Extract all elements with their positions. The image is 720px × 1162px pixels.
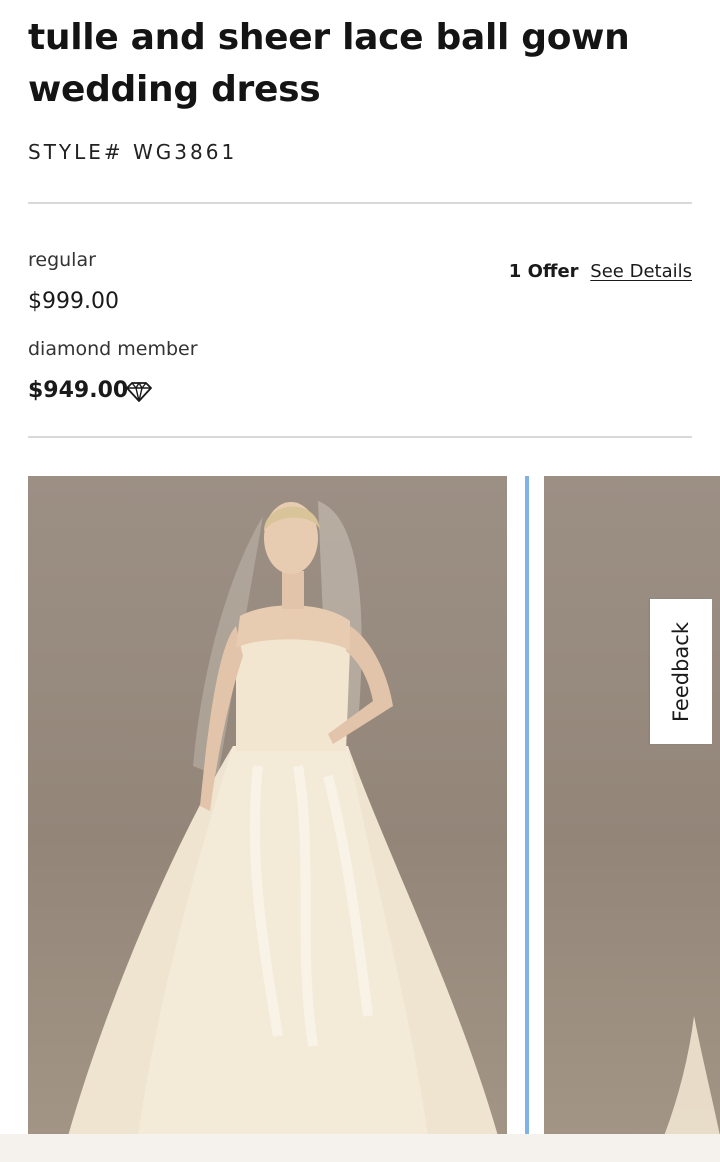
see-details-link[interactable]: See Details — [590, 261, 692, 282]
bottom-bar — [0, 1134, 720, 1162]
product-image-main[interactable] — [28, 476, 507, 1136]
regular-price: $999.00 — [28, 289, 119, 314]
member-price: $949.00 — [28, 378, 129, 403]
style-number: STYLE# WG3861 — [28, 140, 238, 164]
offers: 1 Offer See Details — [509, 261, 692, 282]
member-price-label: diamond member — [28, 338, 198, 360]
divider — [28, 202, 692, 204]
offer-count: 1 Offer — [508, 261, 579, 282]
diamond-icon — [126, 382, 152, 402]
image-carousel[interactable] — [28, 476, 720, 1136]
product-page: tulle and sheer lace ball gown wedding d… — [0, 0, 720, 1162]
product-title: tulle and sheer lace ball gown wedding d… — [28, 17, 630, 110]
carousel-scroll-indicator — [525, 476, 529, 1136]
feedback-label: Feedback — [669, 621, 693, 722]
regular-price-label: regular — [28, 249, 96, 271]
product-image-next[interactable] — [544, 476, 720, 1136]
feedback-tab[interactable]: Feedback — [650, 599, 712, 744]
divider — [28, 436, 692, 438]
